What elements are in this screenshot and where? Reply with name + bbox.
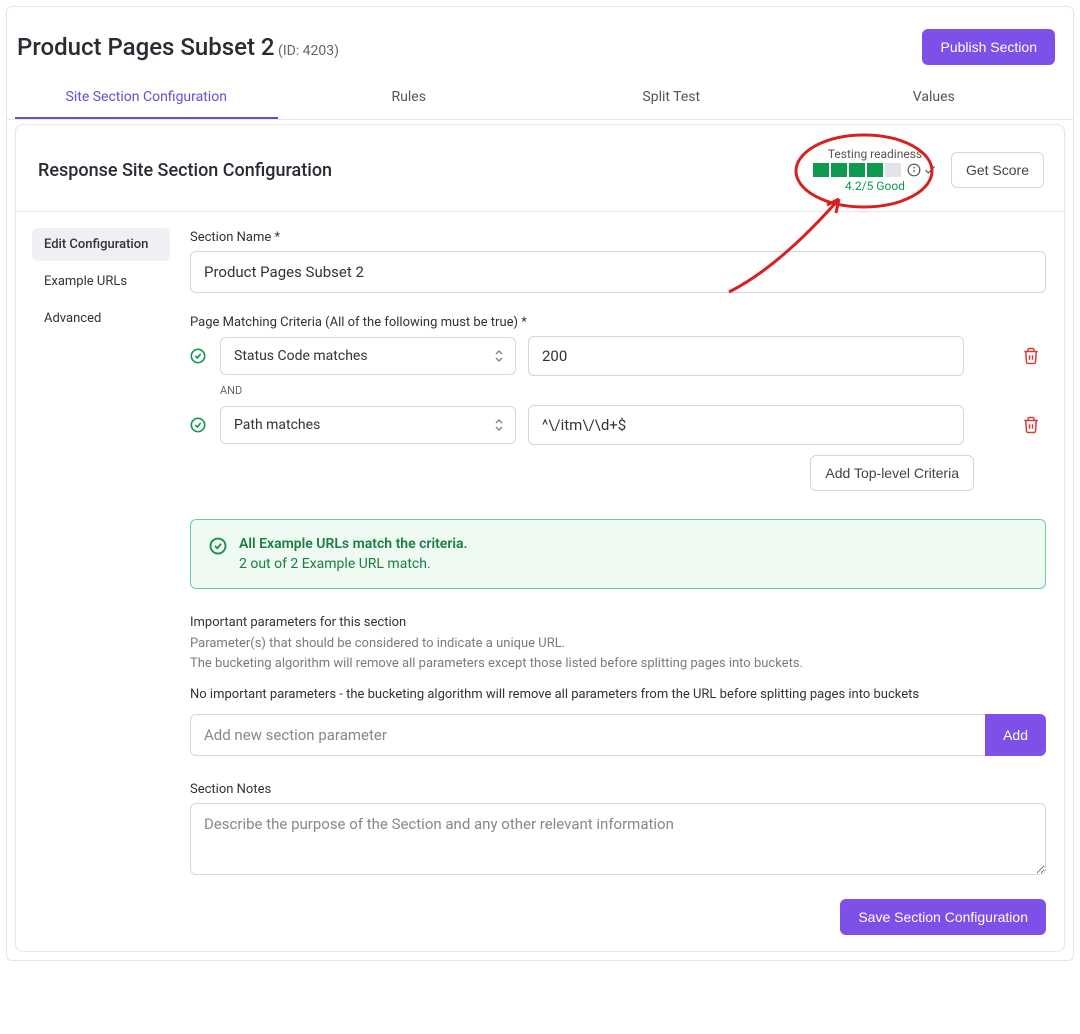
- main-tabs: Site Section Configuration Rules Split T…: [7, 75, 1073, 120]
- config-sidebar: Edit Configuration Example URLs Advanced: [16, 212, 176, 935]
- tab-site-section-configuration[interactable]: Site Section Configuration: [15, 75, 278, 119]
- criteria-and-joiner: AND: [220, 384, 1046, 397]
- params-help-2: The bucketing algorithm will remove all …: [190, 654, 1046, 674]
- chevron-updown-icon: [493, 348, 505, 364]
- sidebar-item-edit-configuration[interactable]: Edit Configuration: [32, 228, 170, 261]
- section-notes-textarea[interactable]: [190, 803, 1046, 875]
- testing-readiness-widget: Testing readiness 4.2/5 Good: [813, 147, 937, 193]
- params-empty-text: No important parameters - the bucketing …: [190, 687, 1046, 702]
- tab-split-test[interactable]: Split Test: [540, 75, 803, 119]
- sidebar-item-advanced[interactable]: Advanced: [32, 302, 170, 335]
- criteria-type-value: Status Code matches: [234, 348, 368, 364]
- delete-criteria-button[interactable]: [1016, 347, 1046, 365]
- params-heading: Important parameters for this section: [190, 615, 1046, 630]
- criteria-valid-icon: [190, 348, 208, 364]
- criteria-match-banner: All Example URLs match the criteria. 2 o…: [190, 519, 1046, 589]
- page-id: (ID: 4203): [278, 43, 339, 59]
- section-name-input[interactable]: [190, 251, 1046, 293]
- publish-section-button[interactable]: Publish Section: [922, 29, 1055, 65]
- delete-criteria-button[interactable]: [1016, 416, 1046, 434]
- tab-rules[interactable]: Rules: [278, 75, 541, 119]
- chevron-updown-icon: [493, 417, 505, 433]
- card-title: Response Site Section Configuration: [38, 160, 332, 181]
- get-score-button[interactable]: Get Score: [951, 152, 1044, 188]
- save-section-button[interactable]: Save Section Configuration: [840, 899, 1046, 935]
- section-notes-label: Section Notes: [190, 782, 1046, 797]
- banner-title: All Example URLs match the criteria.: [239, 536, 468, 552]
- tab-values[interactable]: Values: [803, 75, 1066, 119]
- criteria-row: Status Code matches: [190, 336, 1046, 376]
- criteria-type-value: Path matches: [234, 417, 320, 433]
- criteria-value-input[interactable]: [528, 336, 964, 376]
- banner-subtitle: 2 out of 2 Example URL match.: [239, 556, 468, 572]
- info-icon[interactable]: [907, 163, 921, 177]
- page-title: Product Pages Subset 2: [17, 33, 275, 61]
- criteria-type-select[interactable]: Status Code matches: [220, 337, 516, 375]
- criteria-type-select[interactable]: Path matches: [220, 406, 516, 444]
- params-help-1: Parameter(s) that should be considered t…: [190, 634, 1046, 654]
- readiness-score: 4.2/5 Good: [813, 179, 937, 193]
- add-parameter-input[interactable]: [190, 714, 985, 756]
- section-name-label: Section Name *: [190, 230, 1046, 245]
- readiness-label: Testing readiness: [813, 147, 937, 161]
- criteria-row: Path matches: [190, 405, 1046, 445]
- sidebar-item-example-urls[interactable]: Example URLs: [32, 265, 170, 298]
- criteria-label: Page Matching Criteria (All of the follo…: [190, 315, 1046, 330]
- add-criteria-button[interactable]: Add Top-level Criteria: [810, 455, 974, 491]
- readiness-squares: [813, 163, 937, 177]
- success-check-icon: [209, 536, 227, 572]
- add-parameter-button[interactable]: Add: [985, 714, 1046, 756]
- check-icon: [923, 163, 937, 177]
- criteria-value-input[interactable]: [528, 405, 964, 445]
- criteria-valid-icon: [190, 417, 208, 433]
